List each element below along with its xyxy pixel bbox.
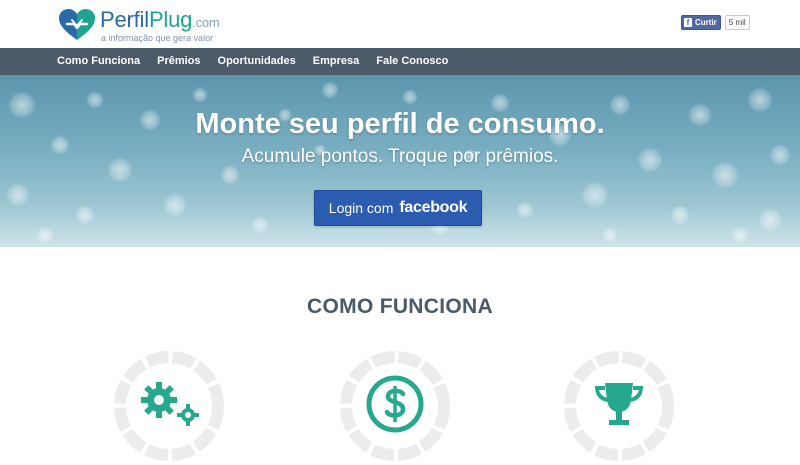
trophy-icon (564, 351, 674, 461)
hero-title: Monte seu perfil de consumo. (195, 108, 605, 140)
nav-item-fale-conosco[interactable]: Fale Conosco (376, 48, 448, 75)
nav-item-empresa[interactable]: Empresa (313, 48, 359, 75)
logo[interactable]: PerfilPlug.com a informação que gera val… (58, 7, 228, 45)
gears-icon (114, 351, 224, 461)
facebook-like-widget: f Curtir 5 mil (681, 15, 750, 30)
step-1 (113, 350, 225, 462)
logo-tagline: a informação que gera valor (101, 33, 214, 43)
facebook-f-icon: f (684, 18, 692, 27)
hero-subtitle: Acumule pontos. Troque por prêmios. (241, 146, 559, 167)
login-button-label: Login com (328, 200, 394, 216)
header: PerfilPlug.com a informação que gera val… (0, 0, 800, 48)
hero-banner: Monte seu perfil de consumo. Acumule pon… (0, 75, 800, 247)
like-count: 5 mil (724, 15, 750, 30)
facebook-wordmark: facebook (399, 199, 468, 216)
dollar-coin-icon (340, 351, 450, 461)
nav-item-premios[interactable]: Prêmios (157, 48, 200, 75)
logo-wordmark: PerfilPlug.com (100, 7, 220, 32)
like-button-label: Curtir (695, 18, 717, 27)
main-nav: Como Funciona Prêmios Oportunidades Empr… (0, 48, 800, 75)
step-3 (563, 350, 675, 462)
logo-heart-icon (59, 9, 95, 40)
section-title-como-funciona: COMO FUNCIONA (307, 295, 493, 318)
facebook-like-button[interactable]: f Curtir (681, 15, 721, 30)
step-2 (339, 350, 451, 462)
nav-item-oportunidades[interactable]: Oportunidades (218, 48, 296, 75)
nav-item-como-funciona[interactable]: Como Funciona (57, 48, 140, 75)
facebook-login-button[interactable]: Login com facebook (314, 190, 482, 226)
